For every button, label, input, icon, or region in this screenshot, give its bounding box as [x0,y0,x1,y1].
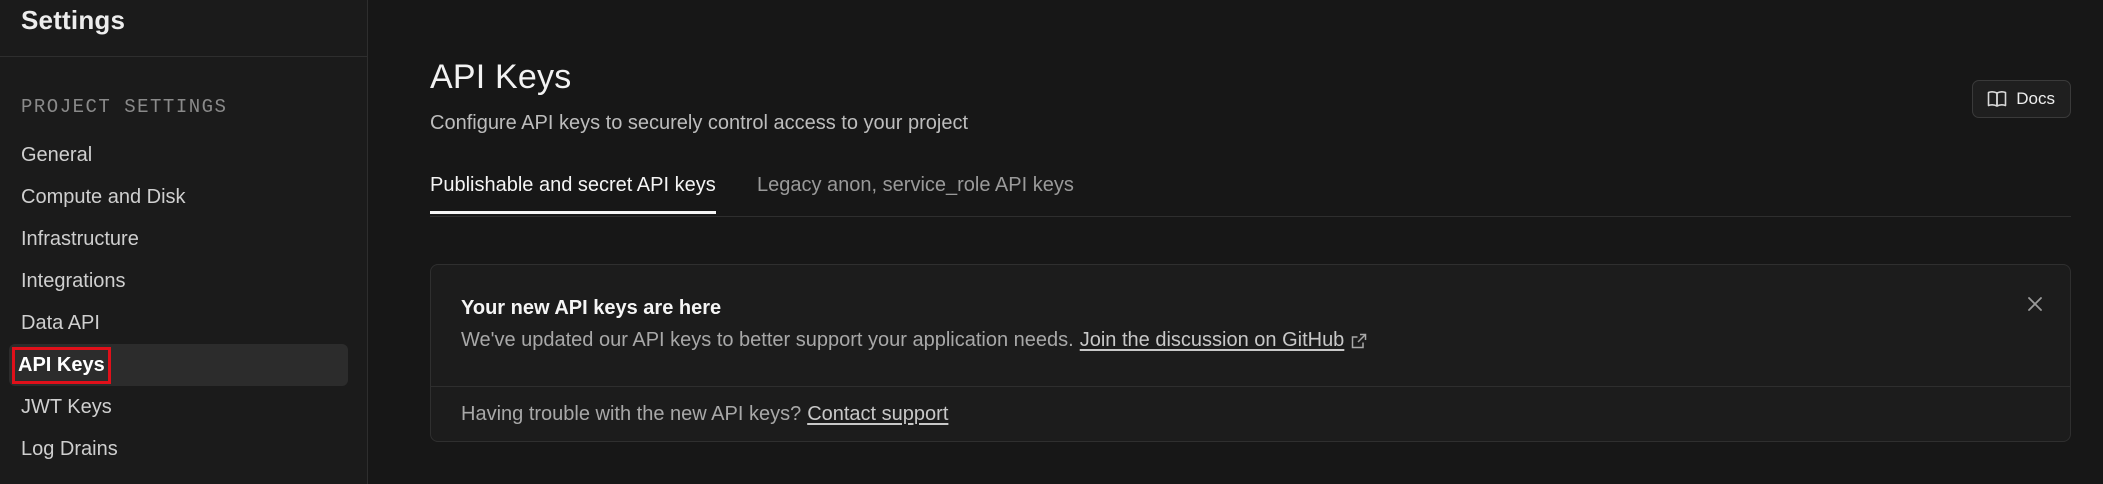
sidebar-item-integrations[interactable]: Integrations [9,260,348,302]
callout-footer-text: Having trouble with the new API keys? [461,403,802,425]
book-icon [1987,90,2007,108]
sidebar-divider [0,56,367,57]
callout-message: We've updated our API keys to better sup… [461,329,1074,351]
tab-legacy-keys[interactable]: Legacy anon, service_role API keys [757,174,1074,211]
sidebar-item-label: Compute and Disk [21,185,186,208]
sidebar-item-jwt-keys[interactable]: JWT Keys [9,386,348,428]
sidebar-item-infrastructure[interactable]: Infrastructure [9,218,348,260]
sidebar-item-label: JWT Keys [21,395,112,418]
callout-title: Your new API keys are here [461,297,722,319]
sidebar-nav: General Compute and Disk Infrastructure … [0,134,367,470]
sidebar-item-label: Infrastructure [21,227,139,250]
docs-button[interactable]: Docs [1972,80,2071,118]
sidebar-item-compute-and-disk[interactable]: Compute and Disk [9,176,348,218]
docs-label: Docs [2016,89,2055,108]
sidebar-item-label: Log Drains [21,437,118,460]
sidebar-item-log-drains[interactable]: Log Drains [9,428,348,470]
callout-divider [431,386,2070,387]
sidebar-title: Settings [21,5,126,35]
sidebar-item-label: Integrations [21,269,126,292]
sidebar: Settings PROJECT SETTINGS General Comput… [0,0,368,484]
sidebar-item-general[interactable]: General [9,134,348,176]
page-subtitle: Configure API keys to securely control a… [430,112,969,134]
contact-support-link[interactable]: Contact support [807,403,948,426]
sidebar-item-label: Data API [21,311,100,334]
api-keys-callout: Your new API keys are here We've updated… [430,264,2071,442]
github-discussion-link[interactable]: Join the discussion on GitHub [1080,329,1345,352]
page-title: API Keys [430,58,572,96]
sidebar-section-label: PROJECT SETTINGS [21,96,228,118]
main-content: API Keys Configure API keys to securely … [369,0,2103,484]
sidebar-item-label: General [21,143,93,166]
sidebar-item-label: API Keys [12,346,111,384]
tab-publishable-and-secret[interactable]: Publishable and secret API keys [430,174,716,214]
tabs: Publishable and secret API keys Legacy a… [430,166,2071,217]
callout-text: We've updated our API keys to better sup… [461,329,1368,352]
sidebar-item-api-keys[interactable]: API Keys [9,344,348,386]
close-icon[interactable] [2024,293,2046,315]
external-link-icon [1350,332,1368,350]
sidebar-item-data-api[interactable]: Data API [9,302,348,344]
callout-footer: Having trouble with the new API keys? Co… [461,403,948,426]
